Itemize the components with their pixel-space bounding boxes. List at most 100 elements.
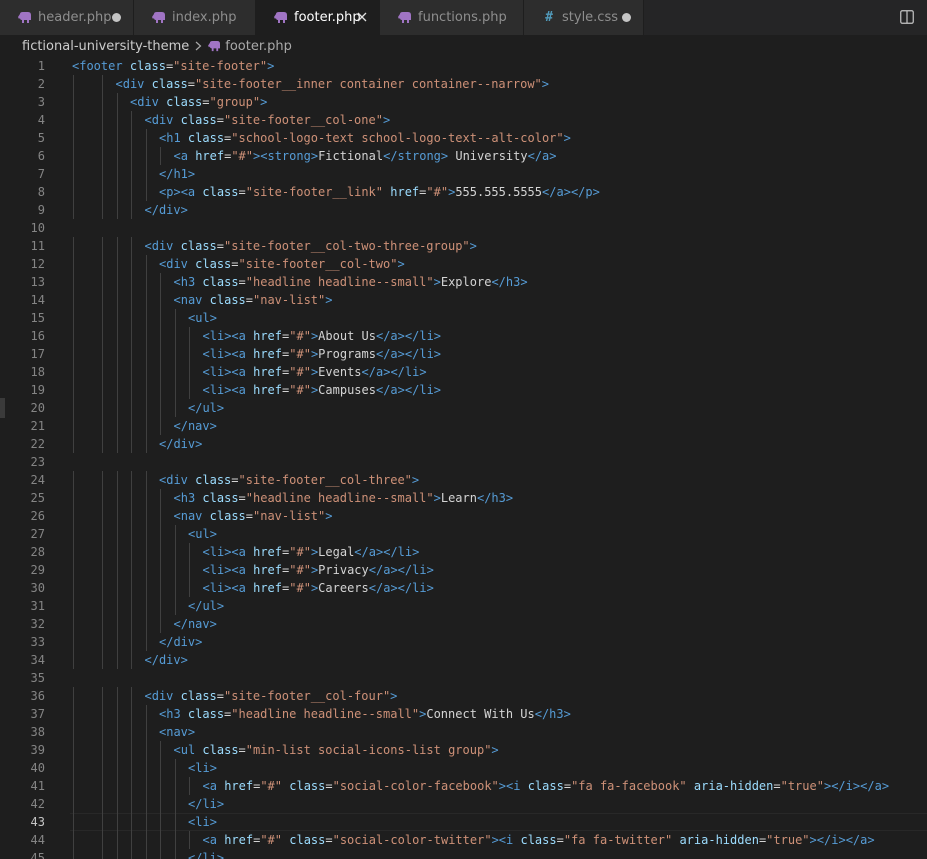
line-number: 23 [30,455,45,469]
code-line[interactable]: 14 <nav class="nav-list"> [0,291,927,309]
code-line[interactable]: 28 <li><a href="#">Legal</a></li> [0,543,927,561]
indent-guide [174,813,176,831]
code-text: <li><a href="#">Campuses</a></li> [202,383,442,397]
code-line[interactable]: 20 </ul> [0,399,927,417]
line-number: 29 [30,563,45,577]
tab-header-php[interactable]: header.php [0,0,134,35]
code-text: <a href="#" class="social-color-facebook… [202,779,890,793]
code-line[interactable]: 6 <a href="#"><strong>Fictional</strong> … [0,147,927,165]
close-icon[interactable] [354,9,370,25]
indent-guide [145,759,147,777]
indent-guide [73,471,74,489]
code-line[interactable]: 40 <li> [0,759,927,777]
indent-guide [73,705,74,723]
code-line[interactable]: 30 <li><a href="#">Careers</a></li> [0,579,927,597]
tab-functions-php[interactable]: functions.php [380,0,524,35]
indent-guide [145,597,147,615]
line-number: 35 [30,671,45,685]
indent-guide [73,615,74,633]
indent-guide [131,255,132,273]
indent-guide [102,741,103,759]
code-text: <p><a class="site-footer__link" href="#"… [159,185,600,199]
indent-guide [73,561,74,579]
code-line[interactable]: 11 <div class="site-footer__col-two-three… [0,237,927,255]
code-line[interactable]: 3 <div class="group"> [0,93,927,111]
indent-guide [131,597,132,615]
code-line[interactable]: 27 <ul> [0,525,927,543]
code-line[interactable]: 24 <div class="site-footer__col-three"> [0,471,927,489]
breadcrumb-file[interactable]: footer.php [225,39,292,54]
indent-guide [160,543,161,561]
code-line[interactable]: 17 <li><a href="#">Programs</a></li> [0,345,927,363]
indent-guide [160,615,161,633]
indent-guide [102,561,103,579]
code-line[interactable]: 9 </div> [0,201,927,219]
indent-guide [102,525,103,543]
code-line[interactable]: 39 <ul class="min-list social-icons-list … [0,741,927,759]
indent-guide [102,309,103,327]
indent-guide [116,759,118,777]
code-line[interactable]: 33 </div> [0,633,927,651]
code-line[interactable]: 23 [0,453,927,471]
code-line[interactable]: 19 <li><a href="#">Campuses</a></li> [0,381,927,399]
code-line[interactable]: 44 <a href="#" class="social-color-twitte… [0,831,927,849]
code-line[interactable]: 4 <div class="site-footer__col-one"> [0,111,927,129]
indent-guide [73,237,74,255]
code-text: </li> [188,851,225,859]
breadcrumb-folder[interactable]: fictional-university-theme [22,39,189,54]
code-line[interactable]: 8 <p><a class="site-footer__link" href="#… [0,183,927,201]
line-number: 28 [30,545,45,559]
code-line[interactable]: 26 <nav class="nav-list"> [0,507,927,525]
code-text: <h1 class="school-logo-text school-logo-… [159,131,571,145]
code-line[interactable]: 41 <a href="#" class="social-color-facebo… [0,777,927,795]
line-number: 6 [37,149,45,163]
split-editor-icon[interactable] [900,9,916,25]
code-line[interactable]: 34 </div> [0,651,927,669]
indent-guide [116,363,118,381]
code-editor[interactable]: 1 <footer class="site-footer"> 2 <div class… [0,56,927,859]
code-line[interactable]: 18 <li><a href="#">Events</a></li> [0,363,927,381]
code-line[interactable]: 10 [0,219,927,237]
tab-footer-php[interactable]: footer.php [256,0,380,35]
indent-guide [102,147,103,165]
code-line[interactable]: 31 </ul> [0,597,927,615]
tab-style-css[interactable]: # style.css [524,0,644,35]
code-line[interactable]: 32 </nav> [0,615,927,633]
code-line[interactable]: 2 <div class="site-footer__inner containe… [0,75,927,93]
code-line[interactable]: 13 <h3 class="headline headline--small">E… [0,273,927,291]
indent-guide [131,777,132,795]
code-line[interactable]: 22 </div> [0,435,927,453]
code-line[interactable]: 37 <h3 class="headline headline--small">C… [0,705,927,723]
indent-guide [116,687,118,705]
indent-guide [131,381,132,399]
code-line[interactable]: 21 </nav> [0,417,927,435]
indent-guide [73,309,74,327]
code-text: <a href="#" class="social-color-twitter"… [202,833,875,847]
indent-guide [73,93,74,111]
indent-guide [145,165,147,183]
code-line[interactable]: 35 [0,669,927,687]
unsaved-dot-icon[interactable] [622,13,631,22]
code-line[interactable]: 25 <h3 class="headline headline--small">L… [0,489,927,507]
code-line[interactable]: 12 <div class="site-footer__col-two"> [0,255,927,273]
code-text: <div class="site-footer__col-three"> [159,473,420,487]
indent-guide [73,831,74,849]
indent-guide [116,813,118,831]
code-line[interactable]: 42 </li> [0,795,927,813]
code-line[interactable]: 16 <li><a href="#">About Us</a></li> [0,327,927,345]
code-line[interactable]: 5 <h1 class="school-logo-text school-logo… [0,129,927,147]
code-line[interactable]: 1 <footer class="site-footer"> [0,57,927,75]
unsaved-dot-icon[interactable] [112,13,121,22]
code-line[interactable]: 45 </li> [0,849,927,859]
code-line[interactable]: 36 <div class="site-footer__col-four"> [0,687,927,705]
code-line[interactable]: 7 </h1> [0,165,927,183]
tab-index-php[interactable]: index.php [134,0,256,35]
code-line[interactable]: 29 <li><a href="#">Privacy</a></li> [0,561,927,579]
indent-guide [145,507,147,525]
line-number: 14 [30,293,45,307]
indent-guide [73,723,74,741]
code-line[interactable]: 38 <nav> [0,723,927,741]
code-line[interactable]: 43 <li> [0,813,927,831]
code-line[interactable]: 15 <ul> [0,309,927,327]
line-number: 45 [30,851,45,859]
